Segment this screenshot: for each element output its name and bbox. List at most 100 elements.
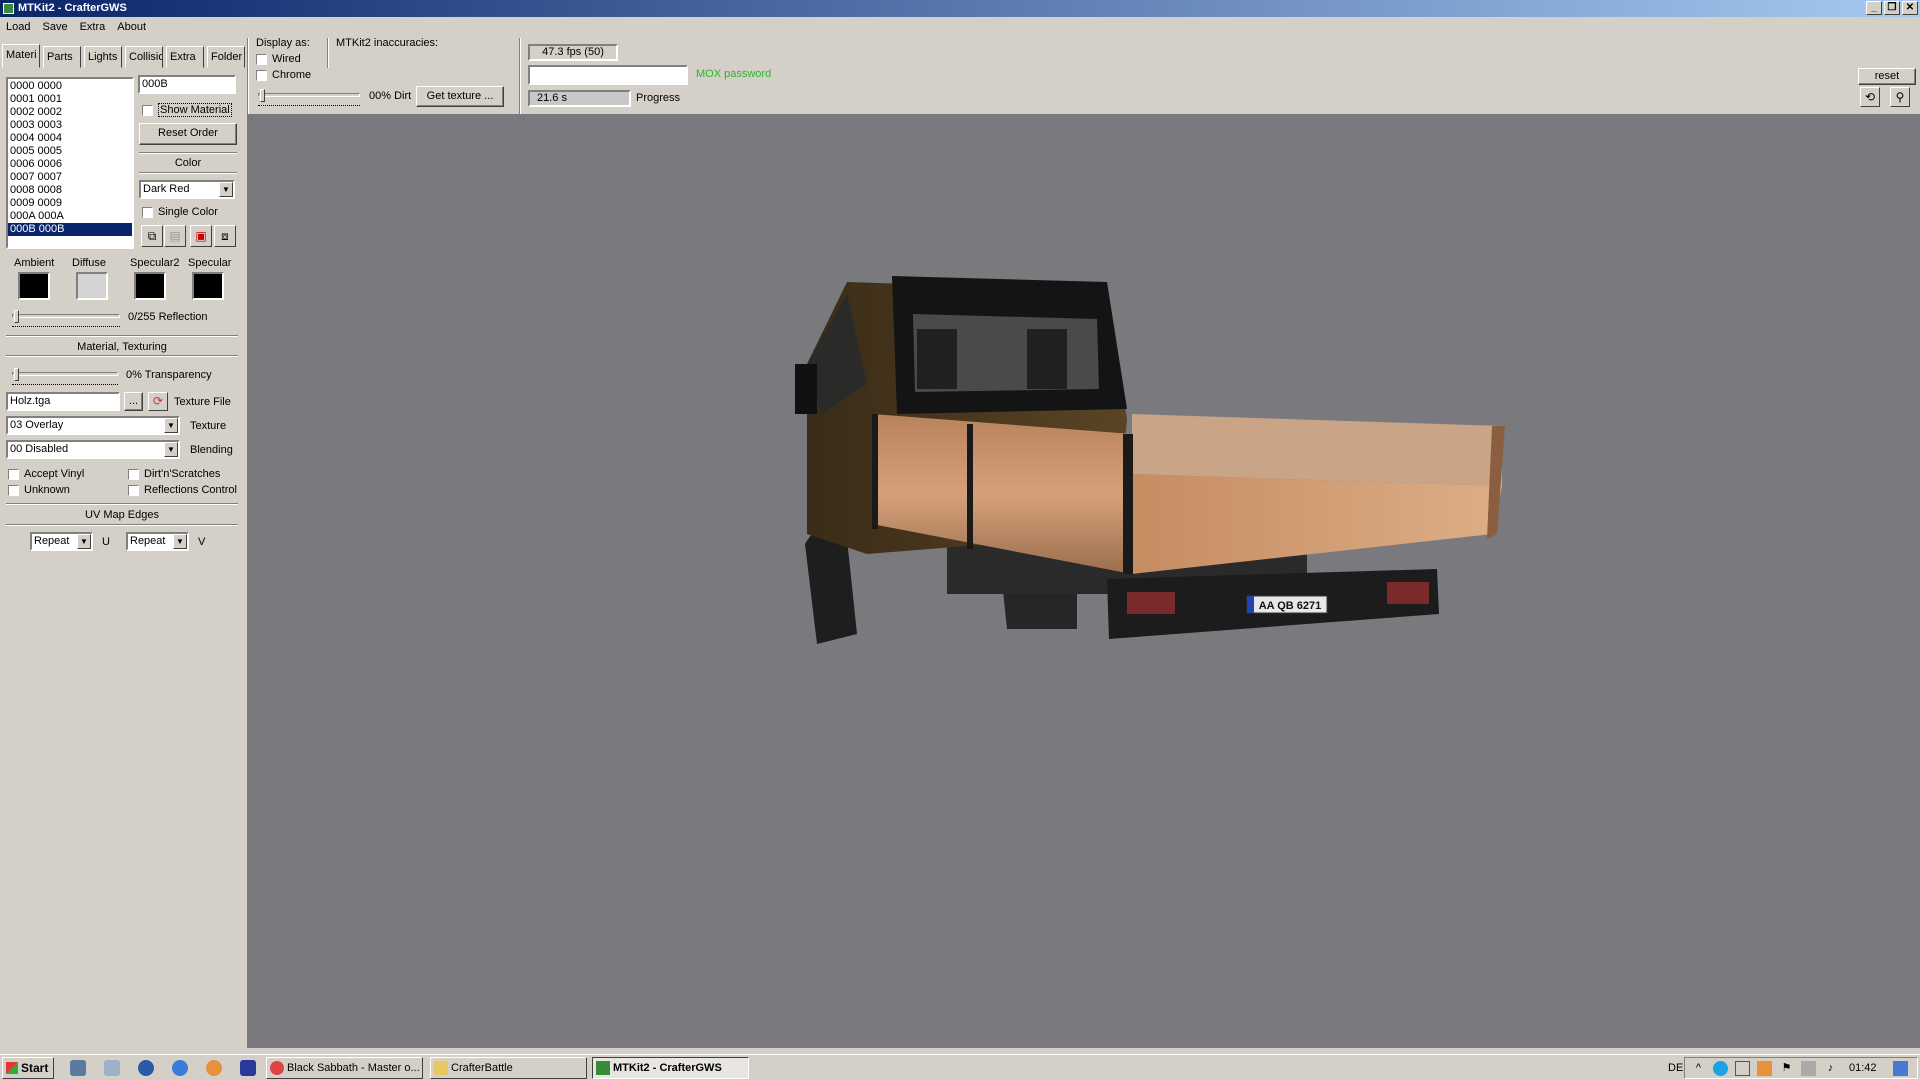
menu-extra[interactable]: Extra: [74, 21, 112, 33]
menu-about[interactable]: About: [111, 21, 152, 33]
material-list-item[interactable]: 000B 000B: [8, 223, 132, 236]
color-divider: [139, 152, 237, 154]
menu-bar: Load Save Extra About: [0, 18, 1920, 36]
mail-icon[interactable]: [1735, 1061, 1750, 1076]
password-input[interactable]: [528, 65, 688, 85]
specular-swatch[interactable]: [192, 272, 224, 300]
show-material-checkbox[interactable]: Show Material: [142, 103, 232, 117]
magnifier-icon[interactable]: ⚲: [1890, 87, 1910, 107]
transparency-slider[interactable]: [12, 368, 118, 385]
fps-display: 47.3 fps (50): [528, 44, 618, 61]
texturing-divider-bottom: [6, 355, 238, 357]
color-divider-bottom: [139, 172, 237, 174]
color-select[interactable]: Dark Red ▼: [139, 180, 235, 199]
blending-select[interactable]: 00 Disabled ▼: [6, 440, 180, 459]
volume-icon[interactable]: ♪: [1823, 1061, 1838, 1076]
license-plate: AA QB 6271: [1259, 600, 1322, 612]
material-list-item[interactable]: 0009 0009: [8, 197, 132, 210]
copy-color-icon[interactable]: ▣: [190, 225, 212, 247]
menu-save[interactable]: Save: [36, 21, 73, 33]
clock[interactable]: 01:42: [1849, 1062, 1877, 1074]
tab-lights[interactable]: Lights: [84, 46, 122, 68]
tab-materials[interactable]: Materi: [2, 44, 40, 68]
task-mtkit2[interactable]: MTKit2 - CrafterGWS: [592, 1057, 749, 1079]
start-button[interactable]: Start: [2, 1057, 54, 1079]
material-list-item[interactable]: 000A 000A: [8, 210, 132, 223]
quicklaunch-icon-6[interactable]: [240, 1060, 256, 1076]
specular-label: Specular: [188, 257, 232, 269]
language-indicator[interactable]: DE: [1668, 1062, 1683, 1074]
specular2-swatch[interactable]: [134, 272, 166, 300]
dirt-label: 00% Dirt: [369, 90, 412, 102]
dirt-scratches-checkbox[interactable]: Dirt'n'Scratches: [128, 468, 220, 480]
tab-collision[interactable]: Collisio: [125, 46, 163, 68]
transparency-label: 0% Transparency: [126, 369, 212, 381]
uv-divider-bottom: [6, 524, 238, 526]
material-list-item[interactable]: 0003 0003: [8, 119, 132, 132]
menu-load[interactable]: Load: [0, 21, 36, 33]
accept-vinyl-checkbox[interactable]: Accept Vinyl: [8, 468, 84, 480]
reset-order-button[interactable]: Reset Order: [139, 123, 237, 145]
show-desktop-icon[interactable]: [1893, 1061, 1908, 1076]
unknown-checkbox[interactable]: Unknown: [8, 484, 70, 496]
title-bar[interactable]: MTKit2 - CrafterGWS _ ❐ ✕: [0, 0, 1920, 17]
copy-all-icon[interactable]: ⧈: [214, 225, 236, 247]
network-icon[interactable]: [1801, 1061, 1816, 1076]
material-list-item[interactable]: 0000 0000: [8, 80, 132, 93]
firefox-icon[interactable]: [1757, 1061, 1772, 1076]
tab-parts[interactable]: Parts: [43, 46, 81, 68]
display-as-label: Display as:: [256, 37, 310, 49]
material-list-item[interactable]: 0004 0004: [8, 132, 132, 145]
quicklaunch-icon-1[interactable]: [70, 1060, 86, 1076]
ambient-label: Ambient: [14, 257, 55, 269]
texture-select[interactable]: 03 Overlay ▼: [6, 416, 180, 435]
close-button[interactable]: ✕: [1902, 1, 1918, 15]
material-list-item[interactable]: 0007 0007: [8, 171, 132, 184]
dirt-slider[interactable]: [258, 89, 360, 106]
uv-u-select[interactable]: Repeat ▼: [30, 532, 93, 551]
reset-view-button[interactable]: reset: [1858, 68, 1916, 85]
task-black-sabbath[interactable]: Black Sabbath - Master o...: [266, 1057, 423, 1079]
restore-button[interactable]: ❐: [1884, 1, 1900, 15]
uv-v-select[interactable]: Repeat ▼: [126, 532, 189, 551]
taskbar: Start Black Sabbath - Master o... Crafte…: [0, 1054, 1920, 1080]
time-readout: 21.6 s: [537, 92, 567, 104]
get-texture-button[interactable]: Get texture ...: [416, 86, 504, 107]
material-list-item[interactable]: 0005 0005: [8, 145, 132, 158]
materials-list[interactable]: 0000 0000 0001 0001 0002 0002 0003 0003 0004…: [6, 77, 134, 249]
reload-texture-icon[interactable]: ⟳: [148, 392, 168, 411]
diffuse-swatch[interactable]: [76, 272, 108, 300]
quicklaunch-icon-5[interactable]: [206, 1060, 222, 1076]
wired-checkbox[interactable]: Wired: [256, 53, 301, 65]
rotate-icon[interactable]: ⟲: [1860, 87, 1880, 107]
browse-texture-button[interactable]: ...: [124, 392, 143, 411]
color-heading: Color: [174, 157, 202, 169]
minimize-button[interactable]: _: [1866, 1, 1882, 15]
single-color-checkbox[interactable]: Single Color: [142, 206, 218, 218]
texture-file-input[interactable]: Holz.tga: [6, 392, 120, 411]
reflection-slider[interactable]: [12, 310, 120, 327]
quicklaunch-icon-4[interactable]: [172, 1060, 188, 1076]
texturing-divider: [6, 335, 238, 337]
3d-viewport[interactable]: AA QB 6271: [247, 114, 1920, 1048]
skype-icon[interactable]: [1713, 1061, 1728, 1076]
material-list-item[interactable]: 0001 0001: [8, 93, 132, 106]
material-list-item[interactable]: 0006 0006: [8, 158, 132, 171]
tab-strip: Materi Parts Lights Collisio Extra Folde…: [2, 44, 245, 68]
flag-icon[interactable]: ⚑: [1779, 1061, 1794, 1076]
material-list-item[interactable]: 0002 0002: [8, 106, 132, 119]
quicklaunch-icon-3[interactable]: [138, 1060, 154, 1076]
material-name-input[interactable]: 000B: [138, 75, 236, 94]
task-crafterbattle[interactable]: CrafterBattle: [430, 1057, 587, 1079]
tray-expand-icon[interactable]: ^: [1691, 1061, 1706, 1076]
tab-folder[interactable]: Folder: [207, 46, 245, 68]
chrome-checkbox[interactable]: Chrome: [256, 69, 311, 81]
reflections-control-checkbox[interactable]: Reflections Control: [128, 484, 237, 496]
ambient-swatch[interactable]: [18, 272, 50, 300]
copy-icon[interactable]: ⧉: [141, 225, 163, 247]
quicklaunch-icon-2[interactable]: [104, 1060, 120, 1076]
tab-extra[interactable]: Extra: [166, 46, 204, 68]
system-tray: ^ ⚑ ♪ 01:42: [1684, 1057, 1918, 1079]
paste-icon[interactable]: ▤: [164, 225, 186, 247]
material-list-item[interactable]: 0008 0008: [8, 184, 132, 197]
